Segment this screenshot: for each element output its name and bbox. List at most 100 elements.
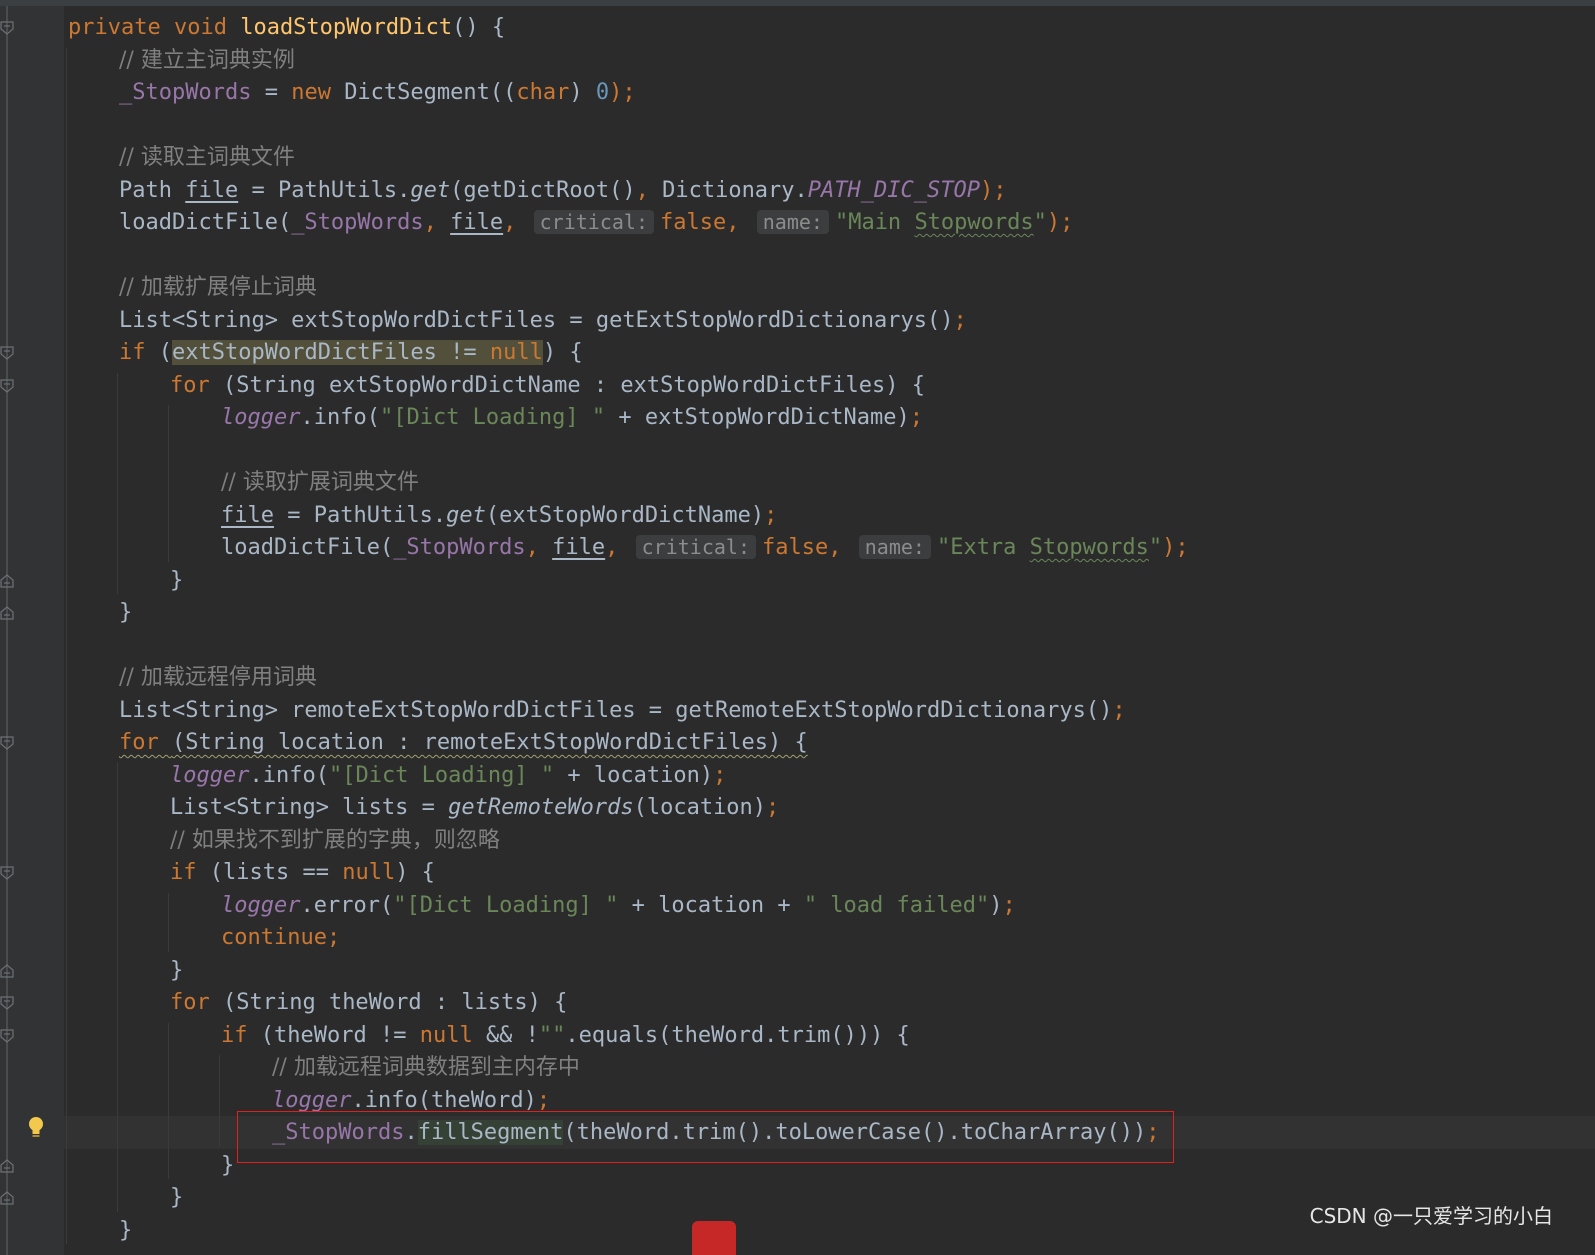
code-line[interactable]: // 读取扩展词典文件 [221, 466, 419, 499]
code-token: "[Dict Loading] " [393, 892, 619, 918]
code-line[interactable]: logger.info("[Dict Loading] " + location… [170, 759, 726, 792]
code-token: List<String> extStopWordDictFiles = getE… [119, 307, 954, 333]
code-token: = [251, 80, 292, 105]
code-token: (location) [633, 795, 767, 820]
parameter-hint: name: [858, 535, 931, 559]
code-line[interactable]: file = PathUtils.get(extStopWordDictName… [221, 499, 777, 532]
code-line[interactable]: _StopWords = new DictSegment((char) 0); [119, 76, 636, 109]
code-token: "Extra [936, 535, 1030, 560]
code-token: ); [1162, 535, 1189, 560]
code-line[interactable]: } [119, 1214, 132, 1247]
code-line[interactable]: } [170, 1181, 183, 1214]
code-token: null [342, 860, 396, 885]
fold-marker-icon[interactable] [0, 573, 14, 588]
code-line[interactable]: List<String> lists = getRemoteWords(loca… [170, 791, 779, 824]
code-token: "[Dict Loading] " [379, 405, 606, 430]
code-line[interactable]: } [170, 954, 183, 987]
editor-gutter[interactable] [0, 6, 64, 1255]
indent-guide [66, 47, 67, 1244]
code-line[interactable]: logger.info("[Dict Loading] " + extStopW… [221, 401, 923, 434]
code-line[interactable]: Path file = PathUtils.get(getDictRoot(),… [119, 174, 1006, 207]
code-line[interactable]: // 加载远程停用词典 [119, 661, 317, 694]
code-line[interactable]: for (String location : remoteExtStopWord… [119, 726, 808, 759]
code-token: ) { [542, 340, 583, 365]
code-line[interactable]: } [170, 564, 183, 597]
code-token: 0 [595, 80, 610, 105]
code-token: loadDictFile( [221, 535, 394, 560]
code-line[interactable]: if (extStopWordDictFiles != null) { [119, 336, 583, 369]
lightbulb-icon[interactable] [27, 1116, 45, 1140]
code-token: get [410, 177, 451, 203]
fold-marker-icon[interactable] [0, 1028, 14, 1043]
code-line[interactable]: logger.error("[Dict Loading] " + locatio… [221, 889, 1016, 922]
code-token: for [119, 730, 172, 755]
code-token: for [170, 990, 223, 1015]
code-token: ); [1046, 210, 1074, 235]
fold-marker-icon[interactable] [0, 1158, 14, 1173]
fold-marker-icon[interactable] [0, 736, 14, 750]
code-line[interactable]: if (lists == null) { [170, 856, 435, 889]
code-token: // 加载远程停用词典 [119, 665, 317, 690]
code-token: .info( [249, 762, 329, 788]
code-token: List<String> remoteExtStopWordDictFiles … [119, 697, 1113, 723]
fold-marker-icon[interactable] [0, 866, 14, 880]
code-token: .info( [300, 405, 380, 430]
fold-marker-icon[interactable] [0, 21, 14, 35]
code-token: false [660, 210, 727, 235]
code-token: .info(theWord) [351, 1087, 537, 1113]
code-token: ; [713, 762, 727, 788]
code-line[interactable]: // 加载扩展停止词典 [119, 271, 317, 304]
indent-guide [117, 762, 118, 1212]
fold-marker-icon[interactable] [0, 346, 14, 360]
code-line[interactable]: // 读取主词典文件 [119, 141, 295, 174]
code-token: (String location : remoteExtStopWordDict… [171, 730, 808, 755]
code-token: extStopWordDictFiles != [172, 340, 490, 365]
code-token: (lists == [209, 860, 343, 885]
code-line[interactable]: // 加载远程词典数据到主内存中 [272, 1051, 580, 1084]
gutter-separator [6, 6, 8, 1255]
code-token: false [762, 535, 829, 560]
code-line[interactable]: loadDictFile(_StopWords, file, critical:… [119, 206, 1073, 239]
code-line[interactable]: List<String> remoteExtStopWordDictFiles … [119, 694, 1126, 727]
code-line[interactable]: } [221, 1149, 234, 1182]
indent-guide [117, 372, 118, 594]
indent-guide [219, 1055, 220, 1147]
code-token: (getDictRoot() [450, 177, 636, 203]
code-token: PATH_DIC_STOP [807, 177, 980, 203]
code-token: (extStopWordDictName) [485, 502, 765, 528]
code-token: "Main [834, 210, 915, 235]
code-token: , [635, 177, 663, 203]
code-line[interactable]: // 如果找不到扩展的字典，则忽略 [170, 824, 500, 857]
fold-marker-icon[interactable] [0, 1191, 14, 1205]
code-line[interactable]: private void loadStopWordDict() { [68, 11, 505, 44]
code-line[interactable]: for (String theWord : lists) { [170, 986, 567, 1019]
code-line[interactable]: continue; [221, 921, 340, 954]
code-token: // 如果找不到扩展的字典，则忽略 [170, 827, 500, 853]
code-token: // 建立主词典实例 [119, 47, 295, 73]
code-line[interactable]: loadDictFile(_StopWords, file, critical:… [221, 531, 1189, 564]
code-line[interactable]: } [119, 596, 132, 629]
code-token: logger [221, 405, 301, 430]
code-line[interactable]: if (theWord != null && !"".equals(theWor… [221, 1019, 910, 1052]
fold-marker-icon[interactable] [0, 963, 14, 978]
fold-marker-icon[interactable] [0, 996, 14, 1010]
code-token: (theWord != [260, 1022, 420, 1048]
code-token: ; [764, 502, 778, 528]
code-token: ; [766, 795, 780, 820]
code-line[interactable]: List<String> extStopWordDictFiles = getE… [119, 304, 967, 337]
code-token: ); [979, 177, 1007, 203]
code-token: .error( [300, 892, 394, 918]
code-token: ); [609, 80, 636, 105]
code-token: .equals(theWord.trim())) { [565, 1022, 910, 1048]
code-token: , [525, 535, 553, 560]
code-line[interactable]: for (String extStopWordDictName : extSto… [170, 369, 925, 402]
code-token: ; [1002, 892, 1016, 918]
fold-marker-icon[interactable] [0, 378, 14, 393]
code-token: " load failed" [803, 892, 990, 918]
code-token: logger [272, 1087, 352, 1113]
code-token: // 加载扩展停止词典 [119, 275, 317, 300]
code-token: + extStopWordDictName) [605, 405, 910, 430]
fold-marker-icon[interactable] [0, 606, 14, 620]
floating-tab-icon[interactable] [692, 1221, 736, 1255]
code-line[interactable]: // 建立主词典实例 [119, 44, 295, 77]
